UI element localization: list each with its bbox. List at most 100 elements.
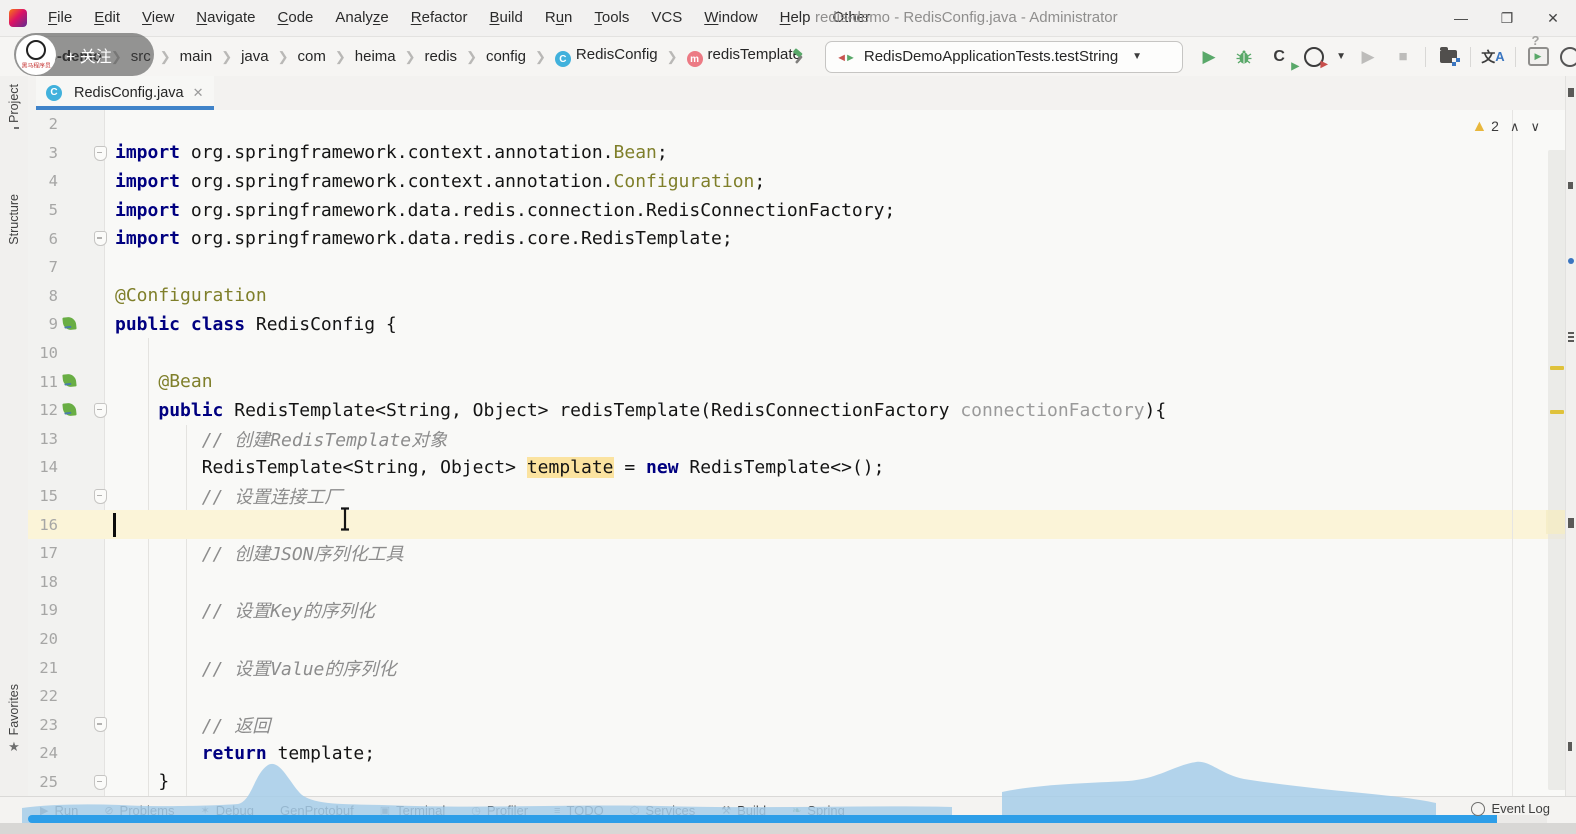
gutter-icons bbox=[58, 710, 107, 739]
restore-button[interactable]: ❐ bbox=[1484, 0, 1530, 36]
code-editor[interactable]: 2 3 import org.springframework.context.ann… bbox=[28, 110, 1576, 834]
code-line-9[interactable]: 9 public class RedisConfig { bbox=[28, 310, 1576, 339]
code-line-15[interactable]: 15 // 设置连接工厂 bbox=[28, 482, 1576, 511]
code-line-12[interactable]: 12 public RedisTemplate<String, Object> … bbox=[28, 396, 1576, 425]
editor-scrollbar[interactable] bbox=[1548, 150, 1566, 790]
code-line-18[interactable]: 18 bbox=[28, 568, 1576, 597]
run-button[interactable]: ▶ bbox=[1196, 44, 1222, 70]
warning-stripe-mark[interactable] bbox=[1550, 366, 1564, 370]
code-line-14[interactable]: 14 RedisTemplate<String, Object> templat… bbox=[28, 453, 1576, 482]
breadcrumb-item-heima[interactable]: heima bbox=[354, 46, 397, 67]
build-hammer-icon[interactable] bbox=[786, 44, 812, 70]
menu-item-vcs[interactable]: VCS bbox=[640, 0, 693, 36]
follow-overlay[interactable]: 黑马程序员 + 关注 bbox=[14, 33, 154, 76]
class-icon: C bbox=[46, 84, 62, 101]
menu-item-edit[interactable]: Edit bbox=[83, 0, 131, 36]
sidebar-item-project[interactable]: Project bbox=[0, 84, 28, 129]
code-line-2[interactable]: 2 bbox=[28, 110, 1576, 139]
code-line-25[interactable]: 25 } bbox=[28, 768, 1576, 797]
gutter-icons bbox=[58, 282, 104, 311]
inspection-widget[interactable]: ▲ 2 ∧ ∨ bbox=[1471, 118, 1540, 136]
run-with-coverage-button[interactable]: C ▶ bbox=[1266, 44, 1299, 72]
video-progress-bar[interactable] bbox=[28, 815, 1497, 823]
fold-marker-icon[interactable] bbox=[94, 231, 107, 247]
code-lines[interactable]: 2 3 import org.springframework.context.ann… bbox=[28, 110, 1576, 796]
menu-item-view[interactable]: View bbox=[131, 0, 185, 36]
spring-bean-icon[interactable] bbox=[62, 316, 77, 331]
menu-item-tools[interactable]: Tools bbox=[583, 0, 640, 36]
fold-marker-icon[interactable] bbox=[94, 488, 107, 504]
minimize-button[interactable]: — bbox=[1438, 0, 1484, 36]
event-log-button[interactable]: Event Log bbox=[1471, 801, 1550, 816]
profiler-button[interactable]: ▶ bbox=[1301, 44, 1328, 70]
close-icon[interactable]: ✕ bbox=[193, 85, 204, 101]
menu-item-code[interactable]: Code bbox=[267, 0, 325, 36]
fold-marker-icon[interactable] bbox=[94, 717, 107, 733]
breadcrumb-item-java[interactable]: java bbox=[240, 46, 270, 67]
menu-item-build[interactable]: Build bbox=[478, 0, 533, 36]
prev-warning-icon[interactable]: ∧ bbox=[1510, 119, 1520, 135]
menu-item-run[interactable]: Run bbox=[534, 0, 584, 36]
sidebar-item-structure[interactable]: Structure bbox=[0, 194, 28, 251]
gutter-cell: 18 bbox=[28, 568, 104, 597]
code-line-6[interactable]: 6 import org.springframework.data.redis.c… bbox=[28, 224, 1576, 253]
next-warning-icon[interactable]: ∨ bbox=[1530, 119, 1540, 135]
gutter-cell: 21 bbox=[28, 653, 104, 682]
breadcrumb-item-redistemplate[interactable]: m redisTemplate bbox=[686, 44, 802, 70]
code-line-8[interactable]: 8 @Configuration bbox=[28, 282, 1576, 311]
code-line-21[interactable]: 21 // 设置Value的序列化 bbox=[28, 653, 1576, 682]
translate-icon[interactable]: 文A bbox=[1480, 44, 1506, 70]
code-line-11[interactable]: 11 @Bean bbox=[28, 367, 1576, 396]
fold-marker-icon[interactable] bbox=[94, 145, 107, 161]
code-text: } bbox=[115, 771, 170, 793]
gutter-cell: 5 bbox=[28, 196, 104, 225]
code-line-4[interactable]: 4 import org.springframework.context.anno… bbox=[28, 167, 1576, 196]
chevron-down-icon[interactable]: ▼ bbox=[1336, 51, 1346, 62]
menu-item-file[interactable]: File bbox=[37, 0, 83, 36]
fold-marker-icon[interactable] bbox=[94, 402, 107, 418]
breadcrumb-item-config[interactable]: config bbox=[485, 46, 527, 67]
menu-item-analyze[interactable]: Analyze bbox=[324, 0, 399, 36]
gutter-icons bbox=[58, 167, 104, 196]
breadcrumb-item-redis[interactable]: redis bbox=[424, 46, 459, 67]
code-line-16[interactable]: 16 bbox=[28, 510, 1576, 539]
code-line-22[interactable]: 22 bbox=[28, 682, 1576, 711]
debug-button[interactable] bbox=[1231, 44, 1257, 70]
stop-button-disabled: ■ bbox=[1398, 48, 1408, 65]
fold-marker-icon[interactable] bbox=[94, 774, 107, 790]
breadcrumb-item-com[interactable]: com bbox=[297, 46, 327, 67]
code-line-3[interactable]: 3 import org.springframework.context.anno… bbox=[28, 139, 1576, 168]
code-line-19[interactable]: 19 // 设置Key的序列化 bbox=[28, 596, 1576, 625]
breadcrumb-item-main[interactable]: main bbox=[179, 46, 214, 67]
menu-item-refactor[interactable]: Refactor bbox=[400, 0, 479, 36]
gutter-icons bbox=[58, 768, 107, 797]
gutter-icons bbox=[58, 482, 107, 511]
code-line-20[interactable]: 20 bbox=[28, 625, 1576, 654]
search-circle-icon[interactable] bbox=[1560, 46, 1576, 67]
spring-bean-icon[interactable] bbox=[62, 373, 77, 388]
breadcrumb-item-redisconfig[interactable]: C RedisConfig bbox=[554, 44, 659, 70]
warning-stripe-mark[interactable] bbox=[1550, 410, 1564, 414]
line-number: 16 bbox=[39, 515, 58, 534]
code-line-5[interactable]: 5 import org.springframework.data.redis.c… bbox=[28, 196, 1576, 225]
code-line-23[interactable]: 23 // 返回 bbox=[28, 710, 1576, 739]
menu-item-window[interactable]: Window bbox=[693, 0, 768, 36]
sidebar-item-favorites[interactable]: Favorites ★ bbox=[0, 684, 28, 753]
tab-redisconfig[interactable]: C RedisConfig.java ✕ bbox=[36, 76, 214, 110]
code-line-7[interactable]: 7 bbox=[28, 253, 1576, 282]
project-structure-folder-icon[interactable] bbox=[1435, 44, 1461, 70]
menu-item-navigate[interactable]: Navigate bbox=[185, 0, 266, 36]
code-text: @Bean bbox=[158, 371, 213, 393]
line-number: 10 bbox=[39, 344, 58, 363]
code-line-13[interactable]: 13 // 创建RedisTemplate对象 bbox=[28, 425, 1576, 454]
code-line-17[interactable]: 17 // 创建JSON序列化工具 bbox=[28, 539, 1576, 568]
code-line-10[interactable]: 10 bbox=[28, 339, 1576, 368]
close-button[interactable]: ✕ bbox=[1530, 0, 1576, 36]
gutter-cell: 23 bbox=[28, 710, 107, 739]
menu-item-help[interactable]: Help bbox=[769, 0, 822, 36]
code-line-24[interactable]: 24 return template; bbox=[28, 739, 1576, 768]
spring-bean-icon[interactable] bbox=[62, 402, 77, 417]
code-text: import org.springframework.data.redis.co… bbox=[115, 199, 896, 221]
help-run-icon[interactable]: ? ▶ bbox=[1525, 33, 1551, 70]
run-configuration-select[interactable]: ◄► RedisDemoApplicationTests.testString … bbox=[825, 40, 1184, 73]
